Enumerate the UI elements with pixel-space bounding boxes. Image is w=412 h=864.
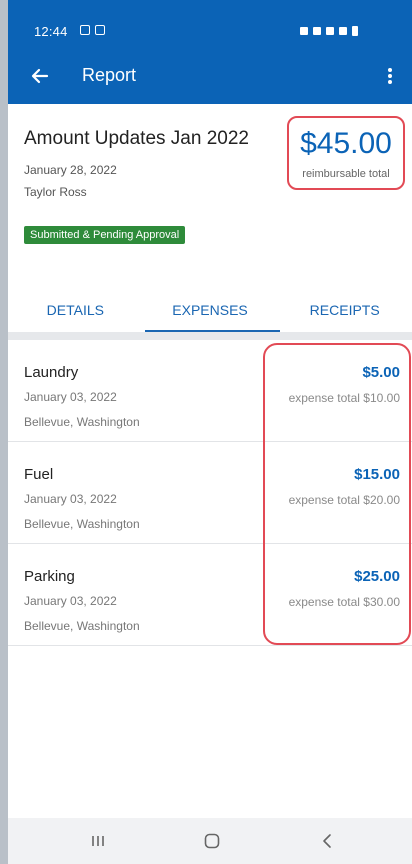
expense-reimbursable-amount: $25.00 [354, 568, 400, 585]
expense-list: Laundry January 03, 2022 Bellevue, Washi… [8, 340, 412, 646]
status-time: 12:44 [34, 24, 68, 39]
expense-date: January 03, 2022 [24, 594, 117, 608]
reimbursable-total-box: $45.00 reimbursable total [287, 116, 405, 190]
expense-total: expense total $10.00 [288, 391, 400, 405]
expense-name: Fuel [24, 466, 54, 483]
arrow-left-icon [31, 68, 49, 84]
expense-total: expense total $30.00 [288, 595, 400, 609]
expense-location: Bellevue, Washington [24, 517, 140, 531]
wifi-icon [326, 27, 334, 35]
app-bar: Report [8, 48, 412, 104]
app-notification-icon [95, 25, 105, 35]
system-navigation-bar [8, 818, 412, 864]
tab-expenses[interactable]: EXPENSES [143, 290, 278, 330]
reimbursable-total-amount: $45.00 [300, 127, 392, 160]
tab-details[interactable]: DETAILS [8, 290, 143, 330]
alarm-icon [300, 27, 308, 35]
expense-row[interactable]: Laundry January 03, 2022 Bellevue, Washi… [8, 340, 412, 442]
recents-button[interactable] [83, 828, 113, 854]
recents-icon [92, 836, 104, 846]
gallery-notification-icon [80, 25, 90, 35]
expense-row[interactable]: Fuel January 03, 2022 Bellevue, Washingt… [8, 442, 412, 544]
chevron-left-icon [323, 834, 331, 848]
phone-screen: 12:44 Report Amount Updates Jan 2022 Jan… [8, 0, 412, 864]
expense-location: Bellevue, Washington [24, 415, 140, 429]
expense-date: January 03, 2022 [24, 390, 117, 404]
expense-location: Bellevue, Washington [24, 619, 140, 633]
signal-icon [339, 27, 347, 35]
overflow-menu-button[interactable] [376, 62, 404, 90]
tab-receipts[interactable]: RECEIPTS [277, 290, 412, 330]
back-button[interactable] [26, 62, 54, 90]
expense-row[interactable]: Parking January 03, 2022 Bellevue, Washi… [8, 544, 412, 646]
battery-icon [352, 26, 358, 36]
report-owner: Taylor Ross [24, 185, 87, 199]
home-icon [204, 833, 220, 849]
expense-date: January 03, 2022 [24, 492, 117, 506]
notification-icons [80, 25, 105, 35]
home-button[interactable] [197, 828, 227, 854]
expense-name: Parking [24, 568, 75, 585]
system-status-icons [300, 26, 358, 36]
tabs-divider [8, 332, 412, 340]
report-date: January 28, 2022 [24, 163, 117, 177]
page-title: Report [82, 65, 137, 85]
system-back-button[interactable] [312, 828, 342, 854]
reimbursable-total-caption: reimbursable total [302, 168, 390, 180]
more-vertical-icon [388, 68, 392, 84]
expense-reimbursable-amount: $5.00 [362, 364, 400, 381]
mute-icon [313, 27, 321, 35]
status-bar: 12:44 [8, 0, 412, 48]
report-tabs: DETAILS EXPENSES RECEIPTS [8, 290, 412, 330]
expense-name: Laundry [24, 364, 79, 381]
status-badge: Submitted & Pending Approval [24, 226, 186, 244]
expense-reimbursable-amount: $15.00 [354, 466, 400, 483]
expense-total: expense total $20.00 [288, 493, 400, 507]
report-title: Amount Updates Jan 2022 [24, 128, 249, 149]
